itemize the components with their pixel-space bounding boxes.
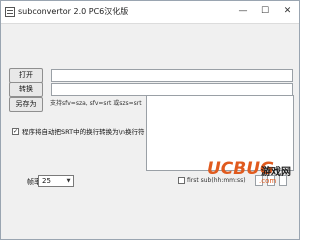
open-button[interactable]: 打开 xyxy=(9,68,43,83)
app-icon xyxy=(5,7,15,17)
app-window: subconvertor 2.0 PC6汉化版 — ☐ ✕ 打开 转换 另存为 … xyxy=(0,0,300,240)
newline-checkbox-label: 程序将自动把SRT中的换行转换为\n换行符 xyxy=(22,128,145,136)
convert-button[interactable]: 转换 xyxy=(9,82,43,97)
window-title: subconvertor 2.0 PC6汉化版 xyxy=(18,7,129,16)
maximize-button[interactable]: ☐ xyxy=(255,3,275,19)
framerate-value: 25 xyxy=(42,177,51,185)
title-bar[interactable]: subconvertor 2.0 PC6汉化版 — ☐ ✕ xyxy=(1,1,299,24)
close-button[interactable]: ✕ xyxy=(277,3,298,19)
watermark-logo: UCBUG 游戏网 .com xyxy=(197,159,297,189)
watermark-url: .com xyxy=(259,177,277,185)
first-sub-checkbox[interactable] xyxy=(178,177,185,184)
minimize-button[interactable]: — xyxy=(233,3,253,19)
chevron-down-icon[interactable]: ▼ xyxy=(64,176,73,186)
open-path-input[interactable] xyxy=(51,69,293,82)
framerate-select[interactable]: 25 ▼ xyxy=(38,175,74,187)
format-hint: 支持sfv=sza, sfv=srt 或szs=srt xyxy=(50,100,142,107)
watermark-site-name: 游戏网 xyxy=(261,167,291,178)
newline-checkbox[interactable]: ✓ xyxy=(12,128,19,135)
save-as-button[interactable]: 另存为 xyxy=(9,97,43,112)
